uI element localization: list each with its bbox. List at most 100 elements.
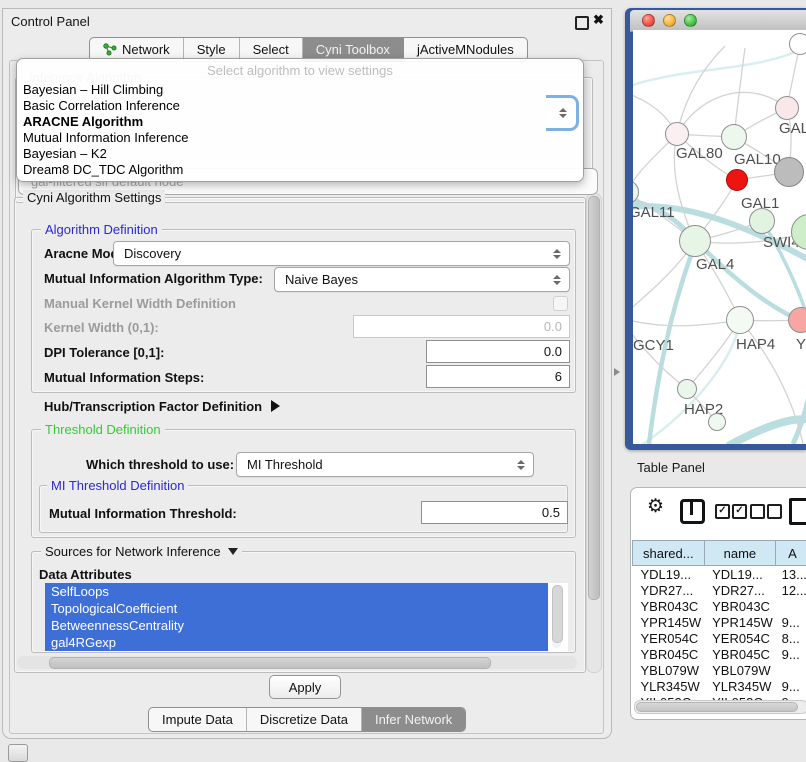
tab-label: Network [122, 42, 170, 57]
network-node[interactable] [774, 157, 804, 187]
close-icon[interactable]: ✖ [593, 12, 604, 28]
column-header-name[interactable]: name [704, 541, 776, 566]
algorithm-option[interactable]: Bayesian – Hill Climbing [17, 82, 583, 98]
algorithm-option[interactable]: Mutual Information Inference [17, 130, 583, 146]
network-node[interactable] [749, 208, 775, 234]
float-window-icon[interactable] [575, 16, 589, 30]
table-row[interactable]: YBR043CYBR043C [633, 598, 806, 614]
node-label: GAL11 [633, 204, 675, 221]
network-canvas[interactable]: GALGAL80GAL10GAL1GAL11SWI4GAL4HAP4YGCY1H… [633, 30, 806, 444]
mi-threshold-field[interactable]: 0.5 [421, 501, 568, 524]
scrollbar-thumb[interactable] [588, 196, 600, 600]
aracne-mode-combo[interactable]: Discovery [113, 241, 570, 266]
network-node[interactable] [775, 96, 799, 120]
scrollbar-thumb[interactable] [49, 657, 491, 669]
manual-kernel-checkbox[interactable] [553, 296, 568, 311]
table-row[interactable]: YDL19...YDL19...13... [633, 566, 806, 583]
checked-checkbox-icon[interactable]: ✓ [732, 504, 747, 519]
collapse-down-icon[interactable] [228, 548, 238, 555]
apply-button[interactable]: Apply [269, 675, 341, 699]
hub-definition-toggle[interactable]: Hub/Transcription Factor Definition [44, 399, 280, 414]
close-button[interactable] [642, 14, 655, 27]
algorithm-definition-title: Algorithm Definition [41, 222, 162, 237]
split-columns-icon[interactable] [680, 499, 705, 524]
panel-title: Control Panel [11, 14, 90, 29]
table-row[interactable]: YPR145WYPR145W9... [633, 614, 806, 630]
network-node[interactable] [677, 379, 697, 399]
manual-kernel-label: Manual Kernel Width Definition [44, 296, 236, 311]
algorithm-option[interactable]: Dream8 DC_TDC Algorithm [17, 162, 583, 178]
spinner-icon [553, 275, 561, 285]
settings-horizontal-scrollbar[interactable] [17, 656, 577, 669]
scrollbar-thumb[interactable] [636, 702, 798, 712]
node-label: GCY1 [633, 337, 674, 354]
data-attributes-list: SelfLoopsTopologicalCoefficientBetweenne… [45, 583, 568, 651]
settings-vertical-scrollbar[interactable] [586, 193, 602, 673]
attribute-item[interactable]: TopologicalCoefficient [45, 600, 548, 617]
kernel-width-field[interactable]: 0.0 [353, 315, 570, 338]
attribute-item[interactable]: BetweennessCentrality [45, 617, 548, 634]
collapsed-panel-icon[interactable] [8, 744, 28, 762]
table-row[interactable]: YBL079WYBL079W [633, 662, 806, 678]
table-row[interactable]: YER054CYER054C8... [633, 630, 806, 646]
algorithm-option[interactable]: Basic Correlation Inference [17, 98, 583, 114]
table-panel-title: Table Panel [637, 460, 705, 475]
cyni-settings-title: Cyni Algorithm Settings [23, 190, 165, 205]
attribute-item[interactable]: gal4RGexp [45, 634, 548, 651]
popup-placeholder: Select algorithm to view settings [17, 63, 583, 82]
which-threshold-combo[interactable]: MI Threshold [236, 452, 534, 477]
threshold-definition-title: Threshold Definition [41, 422, 165, 437]
table-header-row: shared... name A [633, 541, 806, 566]
minimize-button[interactable] [663, 14, 676, 27]
algorithm-option[interactable]: ARACNE Algorithm [17, 114, 583, 130]
unchecked-checkbox-icon[interactable] [767, 504, 782, 519]
expand-right-icon[interactable] [271, 400, 280, 412]
network-node[interactable] [708, 413, 726, 431]
spinner-icon [517, 460, 525, 470]
table-row[interactable]: YLR345WYLR345W9... [633, 678, 806, 694]
node-label: GAL [779, 120, 806, 137]
document-icon[interactable] [789, 498, 806, 525]
gear-icon[interactable]: ⚙ [647, 495, 664, 518]
cyni-bottom-tabbar: Impute Data Discretize Data Infer Networ… [148, 707, 466, 732]
network-window-titlebar[interactable] [630, 10, 806, 32]
node-label: GAL10 [734, 151, 781, 168]
kernel-width-label: Kernel Width (0,1): [44, 320, 159, 335]
dpi-tolerance-field[interactable]: 0.0 [426, 340, 570, 363]
list-scrollbar[interactable] [552, 585, 561, 648]
sources-title[interactable]: Sources for Network Inference [41, 544, 242, 559]
node-attribute-table: shared... name A YDL19...YDL19...13...YD… [632, 540, 806, 710]
combo-spinner-icon [559, 108, 567, 118]
splitter-arrow-icon[interactable] [614, 368, 620, 376]
algorithm-option[interactable]: Bayesian – K2 [17, 146, 583, 162]
table-horizontal-scrollbar[interactable] [634, 700, 806, 714]
tab-discretize-data[interactable]: Discretize Data [247, 708, 362, 731]
tab-impute-data[interactable]: Impute Data [149, 708, 247, 731]
focused-combo-fragment[interactable] [546, 95, 579, 131]
table-row[interactable]: YDR27...YDR27...12... [633, 582, 806, 598]
node-label: GAL4 [696, 256, 734, 273]
table-row[interactable]: YBR045CYBR045C9... [633, 646, 806, 662]
network-node[interactable] [679, 225, 711, 257]
column-header-partial[interactable]: A [776, 541, 806, 566]
node-label: Y [796, 336, 806, 353]
network-node[interactable] [726, 169, 748, 191]
network-node[interactable] [665, 122, 689, 146]
scrollbar-thumb[interactable] [552, 585, 563, 643]
network-node[interactable] [726, 306, 754, 334]
network-node[interactable] [789, 33, 806, 55]
mi-type-combo[interactable]: Naive Bayes [274, 267, 570, 292]
mi-threshold-title: MI Threshold Definition [47, 478, 188, 493]
node-label: GAL80 [676, 145, 723, 162]
attribute-item[interactable]: SelfLoops [45, 583, 548, 600]
checked-checkbox-icon[interactable]: ✓ [715, 504, 730, 519]
algorithm-dropdown-popup: Select algorithm to view settings Bayesi… [16, 58, 584, 182]
column-header-shared-name[interactable]: shared... [633, 541, 705, 566]
unchecked-checkbox-icon[interactable] [750, 504, 765, 519]
spinner-icon [553, 249, 561, 259]
mi-steps-field[interactable]: 6 [426, 365, 570, 388]
tab-infer-network[interactable]: Infer Network [362, 708, 465, 731]
mi-type-label: Mutual Information Algorithm Type: [44, 271, 263, 286]
zoom-button[interactable] [684, 14, 697, 27]
network-node[interactable] [721, 124, 747, 150]
